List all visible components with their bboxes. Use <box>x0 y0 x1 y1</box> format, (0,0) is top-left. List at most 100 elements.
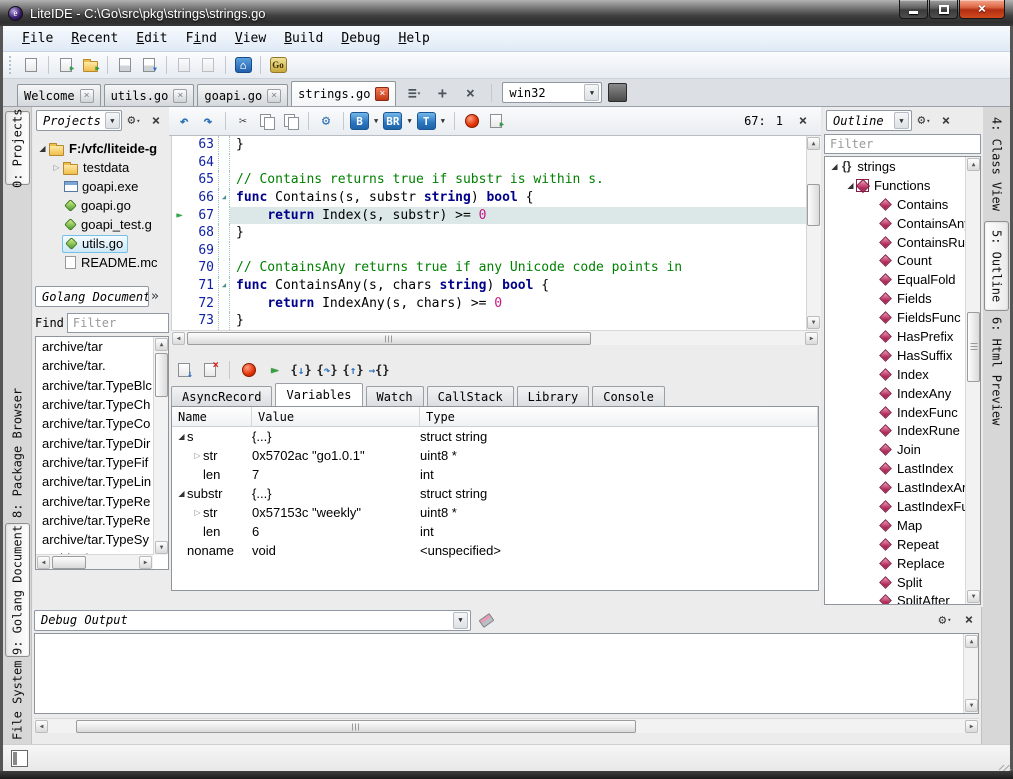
scroll-right-arrow[interactable]: ▶ <box>139 556 152 569</box>
dock-tab-8-package-browser[interactable]: 8: Package Browser <box>5 387 30 519</box>
chevron-down-icon[interactable]: ▼ <box>374 117 378 125</box>
dock-tab-4-class-view[interactable]: 4: Class View <box>984 111 1009 217</box>
save-all-icon[interactable]: ▾ <box>138 55 160 75</box>
edit-prev-icon[interactable] <box>173 55 195 75</box>
debug-tab-library[interactable]: Library <box>517 386 590 406</box>
redo-icon[interactable]: ↷ <box>197 111 219 131</box>
editor-close-icon[interactable]: × <box>793 112 813 130</box>
projects-close-icon[interactable]: × <box>146 112 166 130</box>
output-close-icon[interactable]: × <box>959 611 979 629</box>
cut-icon[interactable]: ✂ <box>232 111 254 131</box>
expander-expanded-icon[interactable]: ◢ <box>829 162 840 171</box>
scroll-up-arrow[interactable]: ▲ <box>965 635 978 648</box>
outline-item-join[interactable]: Join <box>825 440 980 459</box>
outline-item-contains[interactable]: Contains <box>825 195 980 214</box>
chevron-down-icon[interactable]: ▼ <box>894 112 909 129</box>
expander-collapsed-icon[interactable]: ▷ <box>192 451 203 460</box>
list-item[interactable]: archive/tar.TypeCh <box>36 395 153 414</box>
file-tree-item[interactable]: goapi_test.g <box>33 215 171 234</box>
doc-filter-input[interactable]: Filter <box>67 313 169 333</box>
file-tree-item[interactable]: goapi.go <box>33 196 171 215</box>
build-button-T[interactable]: T <box>417 112 436 130</box>
line-number[interactable]: 65 <box>187 171 218 189</box>
doc-list-hscrollbar[interactable]: ◀ ▶ <box>36 554 153 569</box>
debug-tab-watch[interactable]: Watch <box>366 386 424 406</box>
toolbar-grip[interactable] <box>9 56 14 74</box>
dock-tab-file-system[interactable]: File System <box>5 659 30 741</box>
tab-strings.go[interactable]: strings.go× <box>291 81 396 106</box>
chevron-down-icon[interactable]: ▼ <box>453 612 468 629</box>
projects-combo[interactable]: Projects▼ <box>36 110 122 131</box>
line-number[interactable]: 63 <box>187 136 218 154</box>
outline-item-replace[interactable]: Replace <box>825 554 980 573</box>
clear-output-icon[interactable] <box>475 610 497 630</box>
outline-item-indexfunc[interactable]: IndexFunc <box>825 403 980 422</box>
chevron-down-icon[interactable]: ▼ <box>441 117 445 125</box>
chevron-down-icon[interactable]: ▼ <box>584 84 599 101</box>
expander-collapsed-icon[interactable]: ▷ <box>51 163 62 172</box>
line-number[interactable]: 69 <box>187 242 218 260</box>
target-combo[interactable]: win32▼ <box>502 82 602 103</box>
scroll-down-arrow[interactable]: ▼ <box>965 699 978 712</box>
scroll-up-arrow[interactable]: ▲ <box>807 137 820 150</box>
menu-edit[interactable]: Edit <box>127 29 176 48</box>
line-number[interactable]: 70 <box>187 259 218 277</box>
scroll-thumb[interactable] <box>187 332 591 345</box>
variable-row[interactable]: len6int <box>172 522 818 541</box>
variable-row[interactable]: ◢substr{...}struct string <box>172 484 818 503</box>
output-selector-combo[interactable]: Debug Output▼ <box>34 610 471 631</box>
scroll-left-arrow[interactable]: ◀ <box>35 720 48 733</box>
open-file-icon[interactable]: ▸ <box>55 55 77 75</box>
outline-item-fieldsfunc[interactable]: FieldsFunc <box>825 308 980 327</box>
undo-icon[interactable]: ↶ <box>173 111 195 131</box>
step-out-icon[interactable]: {↑} <box>342 360 364 380</box>
outline-item-count[interactable]: Count <box>825 251 980 270</box>
build-file-icon[interactable]: ▸ <box>485 111 507 131</box>
doc-more-button[interactable]: » <box>151 289 159 304</box>
fold-marker-icon[interactable]: ◢ <box>218 189 230 207</box>
menu-help[interactable]: Help <box>390 29 439 48</box>
line-number[interactable]: 73 <box>187 312 218 330</box>
variable-row[interactable]: ▷str0x5702ac "go1.0.1"uint8 * <box>172 446 818 465</box>
line-number[interactable]: 67 <box>187 207 218 225</box>
build-button-B[interactable]: B <box>350 112 369 130</box>
outline-combo[interactable]: Outline▼ <box>826 110 912 131</box>
list-item[interactable]: archive/tar.TypeRe <box>36 511 153 530</box>
list-item[interactable]: archive/tar.TypeCo <box>36 414 153 433</box>
minimize-button[interactable] <box>899 0 928 19</box>
goto-record-icon[interactable]: ↓ <box>173 360 195 380</box>
menu-build[interactable]: Build <box>275 29 332 48</box>
debug-tab-asyncrecord[interactable]: AsyncRecord <box>171 386 272 406</box>
line-number[interactable]: 64 <box>187 154 218 172</box>
golang-document-combo[interactable]: Golang Document▼ <box>35 286 149 307</box>
step-into-icon[interactable]: {↓} <box>290 360 312 380</box>
scroll-left-arrow[interactable]: ◀ <box>37 556 50 569</box>
file-tree-item[interactable]: ◢F:/vfc/liteide-g <box>33 139 171 158</box>
expander-expanded-icon[interactable]: ◢ <box>37 144 48 153</box>
scroll-thumb[interactable] <box>155 353 168 397</box>
list-item[interactable]: archive/tar.TypeLin <box>36 472 153 491</box>
build-button-BR[interactable]: BR <box>383 112 402 130</box>
variable-row[interactable]: ▷str0x57153c "weekly"uint8 * <box>172 503 818 522</box>
editor-hscrollbar[interactable]: ◀ ▶ <box>171 330 819 345</box>
line-number[interactable]: 68 <box>187 224 218 242</box>
outline-item-map[interactable]: Map <box>825 516 980 535</box>
variable-row[interactable]: nonamevoid<unspecified> <box>172 541 818 560</box>
maximize-button[interactable] <box>929 0 958 19</box>
scroll-down-arrow[interactable]: ▼ <box>155 541 168 554</box>
outline-item-equalfold[interactable]: EqualFold <box>825 270 980 289</box>
outline-item-index[interactable]: Index <box>825 365 980 384</box>
menu-recent[interactable]: Recent <box>62 29 127 48</box>
outline-close-icon[interactable]: × <box>936 112 956 130</box>
column-header-type[interactable]: Type <box>420 407 818 426</box>
output-gear-icon[interactable]: ⚙▾ <box>935 611 955 629</box>
list-item[interactable]: archive/tar.TypeBlc <box>36 376 153 395</box>
line-number[interactable]: 66 <box>187 189 218 207</box>
debug-tab-callstack[interactable]: CallStack <box>427 386 514 406</box>
open-folder-icon[interactable]: ▸ <box>79 55 101 75</box>
expander-expanded-icon[interactable]: ◢ <box>845 181 856 190</box>
copy-icon[interactable] <box>256 111 278 131</box>
close-tab-icon[interactable]: × <box>267 89 281 103</box>
line-number[interactable]: 72 <box>187 295 218 313</box>
close-tab-icon[interactable]: × <box>375 87 389 101</box>
